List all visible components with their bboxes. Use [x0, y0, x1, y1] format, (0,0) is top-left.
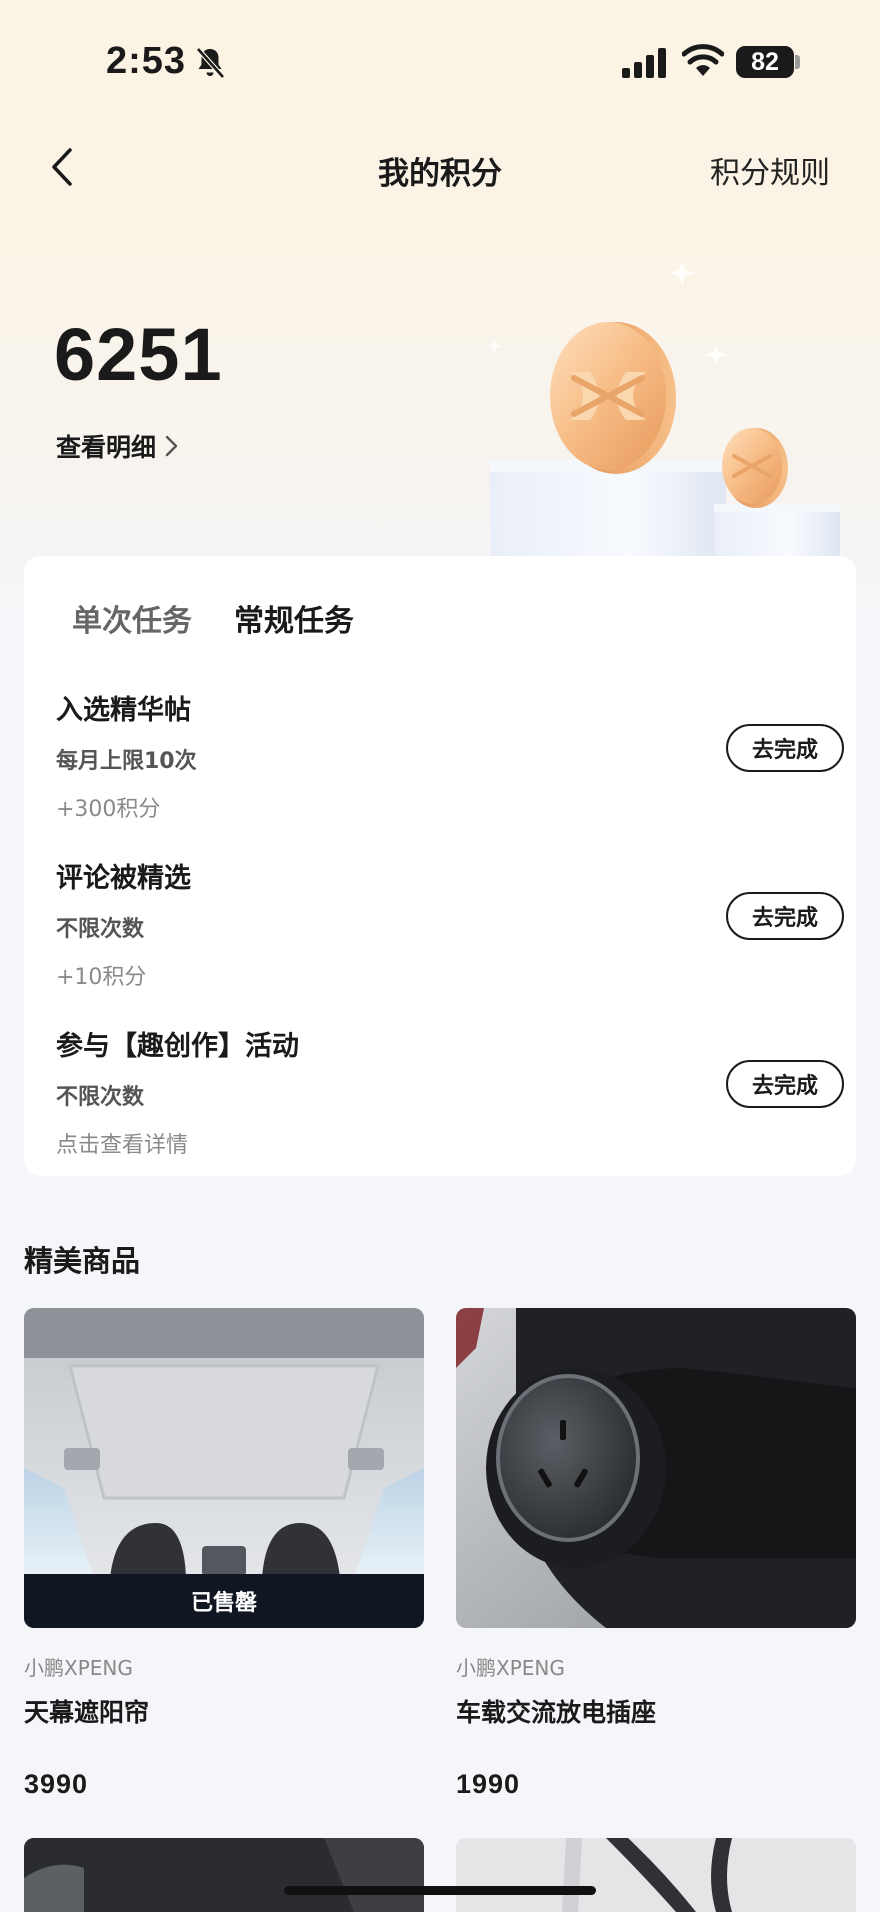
product-card-partial[interactable] — [24, 1838, 424, 1912]
coins-illustration — [486, 260, 840, 558]
points-rules-link[interactable]: 积分规则 — [710, 148, 830, 192]
view-details-label: 查看明细 — [56, 433, 157, 462]
task-reward: +10积分 — [56, 965, 147, 990]
products-section-title: 精美商品 — [24, 1244, 141, 1278]
status-time: 2:53 — [106, 40, 187, 82]
task-item: 入选精华帖 每月上限10次 +300积分 去完成 — [56, 688, 846, 822]
points-balance: 6251 — [54, 313, 223, 396]
product-card-partial[interactable] — [456, 1838, 856, 1912]
go-complete-button[interactable]: 去完成 — [726, 724, 844, 772]
task-title: 入选精华帖 — [56, 695, 191, 726]
go-complete-button[interactable]: 去完成 — [726, 892, 844, 940]
product-price: 3990 — [24, 1769, 89, 1799]
battery-cap — [795, 55, 800, 69]
product-price: 1990 — [456, 1769, 521, 1799]
bell-muted-icon — [196, 47, 225, 79]
home-indicator[interactable] — [284, 1886, 596, 1895]
product-card-ac-socket[interactable]: 小鹏XPENG 车载交流放电插座 1990 — [456, 1308, 856, 1800]
task-reward: +300积分 — [56, 797, 161, 822]
product-name: 车载交流放电插座 — [456, 1698, 657, 1727]
task-title: 参与【趣创作】活动 — [56, 1031, 299, 1062]
battery-indicator: 82 — [736, 46, 794, 78]
task-title: 评论被精选 — [56, 863, 191, 894]
product-name: 天幕遮阳帘 — [24, 1698, 150, 1727]
view-details-link[interactable]: 查看明细 — [56, 428, 180, 464]
sold-out-badge: 已售罄 — [24, 1574, 424, 1628]
chevron-right-icon — [165, 435, 178, 457]
battery-level: 82 — [751, 47, 779, 76]
car-socket-image — [456, 1308, 856, 1628]
go-complete-button[interactable]: 去完成 — [726, 1060, 844, 1108]
task-item: 参与【趣创作】活动 不限次数 点击查看详情 去完成 — [56, 1024, 846, 1158]
product-image — [24, 1838, 424, 1912]
task-details-link[interactable]: 点击查看详情 — [56, 1127, 846, 1159]
tasks-card: 单次任务 常规任务 入选精华帖 每月上限10次 +300积分 去完成 评论被精选… — [24, 556, 856, 1176]
wifi-icon — [682, 44, 724, 76]
tab-one-time-tasks[interactable]: 单次任务 — [72, 596, 192, 640]
product-image — [456, 1308, 856, 1628]
cellular-signal-icon — [622, 48, 666, 78]
tab-regular-tasks[interactable]: 常规任务 — [234, 596, 354, 640]
product-card-sunshade[interactable]: 已售罄 小鹏XPENG 天幕遮阳帘 3990 — [24, 1308, 424, 1800]
task-tabs: 单次任务 常规任务 — [72, 596, 354, 640]
task-item: 评论被精选 不限次数 +10积分 去完成 — [56, 856, 846, 990]
product-image: 已售罄 — [24, 1308, 424, 1628]
product-image — [456, 1838, 856, 1912]
product-brand: 小鹏XPENG — [24, 1656, 133, 1680]
status-bar: 2:53 82 — [0, 0, 880, 120]
product-brand: 小鹏XPENG — [456, 1656, 565, 1680]
